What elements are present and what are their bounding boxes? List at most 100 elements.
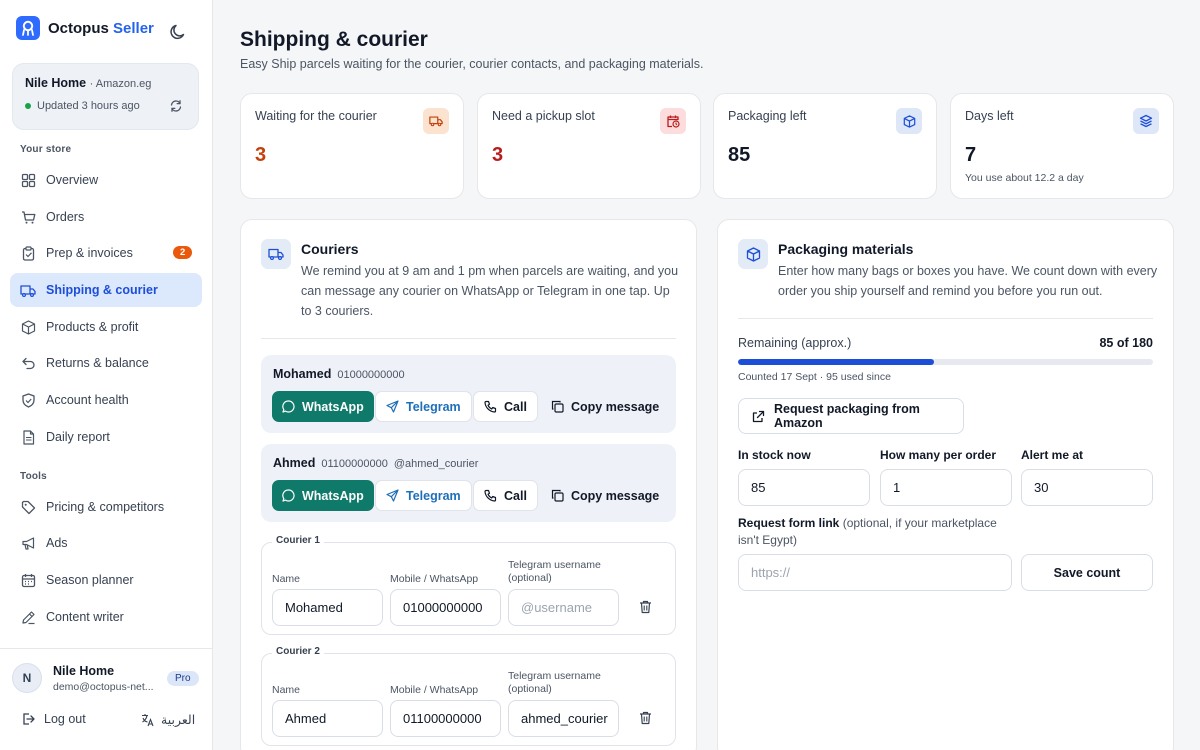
in-stock-input[interactable]: 85 xyxy=(738,469,870,506)
sidebar-item-ads[interactable]: Ads xyxy=(10,526,202,560)
call-button[interactable]: Call xyxy=(473,480,538,511)
request-packaging-button[interactable]: Request packaging from Amazon xyxy=(738,398,964,434)
stat-label: Waiting for the courier xyxy=(255,109,377,123)
page-subtitle: Easy Ship parcels waiting for the courie… xyxy=(240,57,704,71)
language-toggle[interactable]: العربية xyxy=(141,712,195,727)
stat-card-days-left: Days left 7 You use about 12.2 a day xyxy=(950,93,1174,199)
sidebar-item-label: Orders xyxy=(46,210,85,224)
field-label: Mobile / WhatsApp xyxy=(390,573,479,585)
logout-label: Log out xyxy=(44,712,86,726)
brand-name: Octopus Seller xyxy=(48,19,154,37)
logout-button[interactable]: Log out xyxy=(22,712,86,726)
sidebar-item-label: Pricing & competitors xyxy=(46,500,165,514)
copy-message-button[interactable]: Copy message xyxy=(541,391,669,422)
alert-threshold-input[interactable]: 30 xyxy=(1021,469,1153,506)
send-icon xyxy=(386,489,399,502)
phone-icon xyxy=(484,400,497,413)
sidebar-item-label: Account health xyxy=(46,393,129,407)
sidebar-item-label: Products & profit xyxy=(46,320,139,334)
sidebar-item-returns-balance[interactable]: Returns & balance xyxy=(10,346,202,380)
courier-form-legend: Courier 2 xyxy=(272,646,324,657)
courier-phone: 01100000000 xyxy=(321,458,388,470)
divider xyxy=(738,318,1153,319)
courier-mobile-input[interactable]: 01000000000 xyxy=(390,589,501,626)
copy-icon xyxy=(551,489,564,502)
divider xyxy=(261,338,676,339)
stat-value: 3 xyxy=(255,144,267,166)
chat-bubble-icon xyxy=(282,489,295,502)
sidebar-item-label: Content writer xyxy=(46,610,124,624)
stat-card-waiting: Waiting for the courier 3 xyxy=(240,93,464,199)
trash-icon[interactable] xyxy=(639,711,652,725)
courier-telegram: @ahmed_courier xyxy=(393,458,479,470)
telegram-button[interactable]: Telegram xyxy=(375,391,472,422)
sidebar-item-orders[interactable]: Orders xyxy=(10,200,202,234)
sidebar-item-label: Season planner xyxy=(46,573,134,587)
sidebar-item-pricing-competitors[interactable]: Pricing & competitors xyxy=(10,490,202,524)
courier-name-input[interactable]: Ahmed xyxy=(272,700,383,737)
sidebar-item-daily-report[interactable]: Daily report xyxy=(10,420,202,454)
user-email: demo@octopus-net... xyxy=(53,681,154,693)
sidebar-item-account-health[interactable]: Account health xyxy=(10,383,202,417)
undo-icon xyxy=(20,355,36,371)
moon-icon[interactable] xyxy=(168,22,188,42)
calendar-icon xyxy=(20,572,36,588)
button-label: Telegram xyxy=(406,399,461,414)
remaining-label: Remaining (approx.) xyxy=(738,336,852,350)
per-order-input[interactable]: 1 xyxy=(880,469,1012,506)
call-button[interactable]: Call xyxy=(473,391,538,422)
counted-note: Counted 17 Sept · 95 used since xyxy=(738,371,891,383)
sidebar-item-content-writer[interactable]: Content writer xyxy=(10,600,202,634)
button-label: WhatsApp xyxy=(302,399,364,414)
sidebar-item-prep-invoices[interactable]: Prep & invoices 2 xyxy=(10,236,202,270)
external-link-icon xyxy=(752,410,765,423)
brand[interactable]: Octopus Seller xyxy=(16,16,154,40)
send-icon xyxy=(386,400,399,413)
field-label: How many per order xyxy=(880,448,997,462)
divider xyxy=(0,648,213,649)
section-label-store: Your store xyxy=(20,144,72,155)
language-label: العربية xyxy=(161,713,196,727)
field-label: Telegram username (optional) xyxy=(508,559,601,584)
whatsapp-button[interactable]: WhatsApp xyxy=(272,480,374,511)
stat-label: Packaging left xyxy=(728,109,807,123)
trash-icon[interactable] xyxy=(639,600,652,614)
courier-telegram-input[interactable]: ahmed_courier xyxy=(508,700,619,737)
avatar[interactable]: N xyxy=(12,663,42,693)
plan-badge: Pro xyxy=(167,671,199,686)
save-count-button[interactable]: Save count xyxy=(1021,554,1153,591)
button-label: Telegram xyxy=(406,488,461,503)
box-icon xyxy=(20,319,36,335)
document-icon xyxy=(20,429,36,445)
page-title: Shipping & courier xyxy=(240,28,428,51)
sidebar-item-shipping-courier[interactable]: Shipping & courier xyxy=(10,273,202,307)
remaining-count: 85 of 180 xyxy=(1099,336,1153,350)
copy-message-button[interactable]: Copy message xyxy=(541,480,669,511)
courier-form: Courier 2 Name Mobile / WhatsApp Telegra… xyxy=(261,646,676,746)
courier-mobile-input[interactable]: 01100000000 xyxy=(390,700,501,737)
sidebar-item-overview[interactable]: Overview xyxy=(10,163,202,197)
sidebar-item-label: Shipping & courier xyxy=(46,283,158,297)
courier-name: Ahmed 01100000000 @ahmed_courier xyxy=(273,456,479,470)
refresh-icon[interactable] xyxy=(169,99,183,113)
request-link-input[interactable]: https:// xyxy=(738,554,1012,591)
cart-icon xyxy=(20,209,36,225)
truck-icon xyxy=(20,282,36,298)
whatsapp-button[interactable]: WhatsApp xyxy=(272,391,374,422)
layers-icon xyxy=(1133,108,1159,134)
copy-icon xyxy=(551,400,564,413)
octopus-logo-icon xyxy=(16,16,40,40)
sidebar-item-label: Ads xyxy=(46,536,68,550)
button-label: Copy message xyxy=(571,488,660,503)
courier-name-input[interactable]: Mohamed xyxy=(272,589,383,626)
sidebar-item-products-profit[interactable]: Products & profit xyxy=(10,310,202,344)
courier-form-legend: Courier 1 xyxy=(272,535,324,546)
card-title: Couriers xyxy=(301,241,359,257)
sidebar-item-season-planner[interactable]: Season planner xyxy=(10,563,202,597)
courier-telegram-input[interactable]: @username xyxy=(508,589,619,626)
remaining-progress-bar xyxy=(738,359,1153,365)
courier-row: Mohamed 01000000000 WhatsApp Telegram Cal… xyxy=(261,355,676,433)
card-description: Enter how many bags or boxes you have. W… xyxy=(778,264,1158,298)
telegram-button[interactable]: Telegram xyxy=(375,480,472,511)
packaging-card: Packaging materials Enter how many bags … xyxy=(717,219,1174,750)
